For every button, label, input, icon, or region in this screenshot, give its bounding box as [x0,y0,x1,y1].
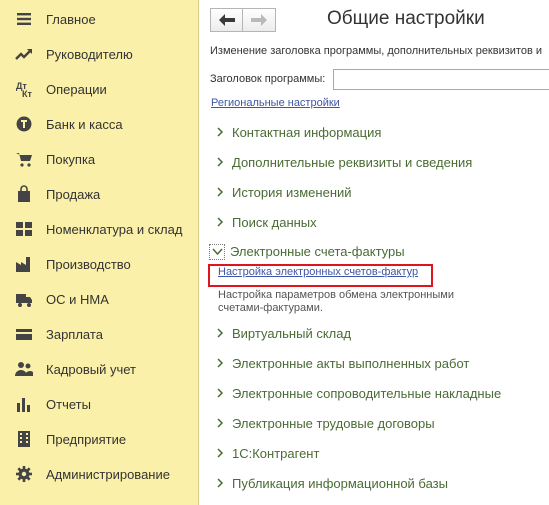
section-1c-contragent[interactable]: 1С:Контрагент [214,443,319,463]
section-label: Электронные акты выполненных работ [232,355,470,371]
section-electronic-labor-contracts[interactable]: Электронные трудовые договоры [214,413,435,433]
main-panel: Общие настройки Изменение заголовка прог… [200,0,549,505]
program-title-input[interactable] [333,69,549,90]
sidebar-item-main[interactable]: Главное [0,4,199,34]
sidebar-item-label: Операции [46,81,107,97]
shopping-bag-icon [14,184,34,204]
section-infobase-publication[interactable]: Публикация информационной базы [214,473,448,493]
sidebar-item-bank[interactable]: Банк и касса [0,109,199,139]
sidebar-item-label: Зарплата [46,326,103,342]
grid-blocks-icon [14,219,34,239]
section-label: Публикация информационной базы [232,475,448,491]
sidebar-item-enterprise[interactable]: Предприятие [0,424,199,454]
people-icon [14,359,34,379]
sidebar-item-reports[interactable]: Отчеты [0,389,199,419]
bar-chart-icon [14,394,34,414]
sidebar-item-purchase[interactable]: Покупка [0,144,199,174]
section-label: 1С:Контрагент [232,445,320,461]
sidebar-item-fixed-assets[interactable]: ОС и НМА [0,284,199,314]
chevron-right-icon [214,387,226,399]
section-label: Контактная информация [232,124,382,140]
sidebar-item-production[interactable]: Производство [0,249,199,279]
sidebar-item-label: Покупка [46,151,96,167]
sidebar-item-label: Номенклатура и склад [46,221,183,237]
trend-chart-icon [14,44,34,64]
sidebar-item-label: ОС и НМА [46,291,109,307]
coin-icon [14,114,34,134]
factory-icon [14,254,34,274]
chevron-right-icon [214,216,226,228]
sidebar-item-sales[interactable]: Продажа [0,179,199,209]
section-additional-props[interactable]: Дополнительные реквизиты и сведения [214,152,472,172]
section-label: Электронные сопроводительные накладные [232,385,502,401]
chevron-right-icon [214,186,226,198]
section-data-search[interactable]: Поиск данных [214,212,317,232]
section-contact-info[interactable]: Контактная информация [214,122,381,142]
page-title: Общие настройки [327,8,485,29]
chevron-down-icon[interactable] [209,244,225,260]
navigation-buttons [210,8,276,32]
section-virtual-warehouse[interactable]: Виртуальный склад [214,323,351,343]
section-label: Виртуальный склад [232,325,352,341]
electronic-invoices-description: Настройка параметров обмена электронными… [218,289,454,314]
section-label: История изменений [232,184,352,200]
building-icon [14,429,34,449]
back-button[interactable] [210,8,243,32]
section-electronic-invoices[interactable]: Электронные счета-фактуры [230,244,405,259]
section-electronic-waybills[interactable]: Электронные сопроводительные накладные [214,383,501,403]
chevron-right-icon [214,447,226,459]
section-label: Дополнительные реквизиты и сведения [232,154,473,170]
sidebar-item-operations[interactable]: Дт Кт Операции [0,74,199,104]
sidebar-item-label: Кадровый учет [46,361,136,377]
section-change-history[interactable]: История изменений [214,182,352,202]
sidebar-item-label: Отчеты [46,396,91,412]
truck-icon [14,289,34,309]
sidebar-item-nomenclature[interactable]: Номенклатура и склад [0,214,199,244]
sidebar-item-label: Руководителю [46,46,133,62]
sidebar-item-label: Банк и касса [46,116,123,132]
sidebar-item-label: Главное [46,11,96,27]
sidebar-item-administration[interactable]: Администрирование [0,459,199,489]
chevron-right-icon [214,477,226,489]
chevron-right-icon [214,126,226,138]
sidebar-item-director[interactable]: Руководителю [0,39,199,69]
sidebar-item-label: Продажа [46,186,101,202]
section-label: Поиск данных [232,214,317,230]
regional-settings-link[interactable]: Региональные настройки [211,97,340,109]
section-label: Электронные трудовые договоры [232,415,435,431]
forward-button[interactable] [243,8,276,32]
sidebar-item-salary[interactable]: Зарплата [0,319,199,349]
chevron-right-icon [214,327,226,339]
gear-icon [14,464,34,484]
menu-lines-icon [14,9,34,29]
debit-credit-icon: Дт Кт [14,79,34,99]
arrow-left-icon [218,14,235,26]
sidebar-item-label: Предприятие [46,431,127,447]
arrow-right-icon [251,14,267,26]
electronic-invoices-settings-link[interactable]: Настройка электронных счетов-фактур [218,266,418,278]
sidebar: Главное Руководителю Дт Кт Операции Банк … [0,0,199,505]
chevron-right-icon [214,417,226,429]
cart-icon [14,149,34,169]
sidebar-item-label: Производство [46,256,131,272]
sidebar-item-label: Администрирование [46,466,170,482]
chevron-right-icon [214,357,226,369]
program-title-label: Заголовок программы: [210,73,326,85]
svg-text:Кт: Кт [22,89,32,98]
section-electronic-acts[interactable]: Электронные акты выполненных работ [214,353,469,373]
sidebar-item-hr[interactable]: Кадровый учет [0,354,199,384]
wallet-icon [14,324,34,344]
chevron-right-icon [214,156,226,168]
settings-description: Изменение заголовка программы, дополните… [210,45,542,57]
